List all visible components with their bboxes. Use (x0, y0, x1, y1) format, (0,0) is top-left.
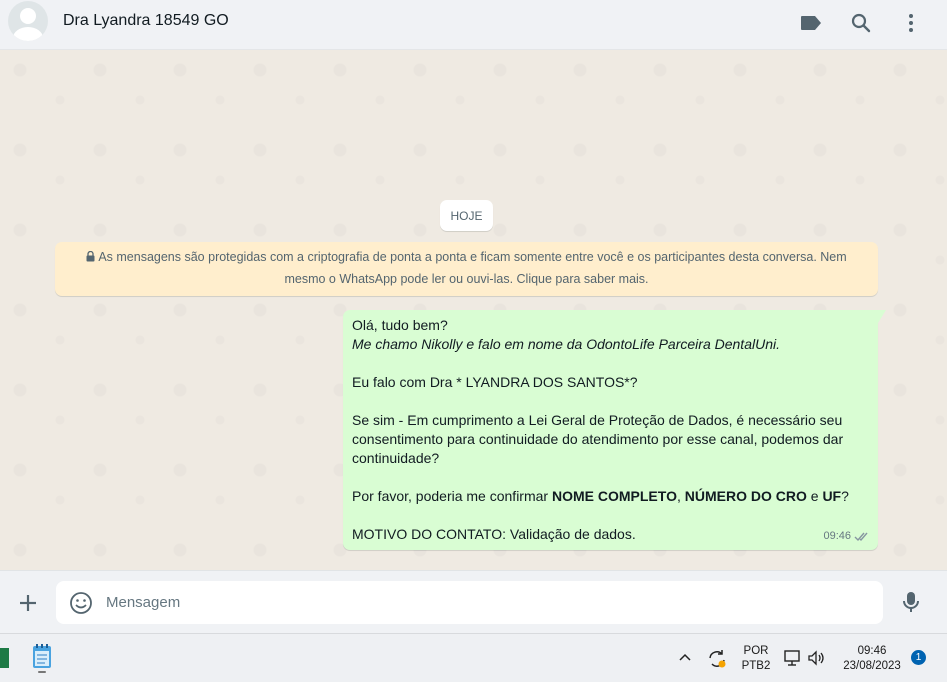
search-icon[interactable] (849, 11, 873, 35)
message-line: Eu falo com Dra * LYANDRA DOS SANTOS*? (352, 374, 638, 390)
encryption-notice[interactable]: As mensagens são protegidas com a cripto… (55, 242, 878, 296)
message-line: MOTIVO DO CONTATO: Validação de dados. (352, 526, 636, 542)
language-indicator[interactable]: POR PTB2 (738, 644, 774, 674)
outgoing-message[interactable]: Olá, tudo bem? Me chamo Nikolly e falo e… (343, 310, 886, 550)
message-input-wrapper (56, 581, 883, 624)
message-line: Por favor, poderia me confirmar NOME COM… (352, 488, 849, 504)
message-line: Se sim - Em cumprimento a Lei Geral de P… (352, 412, 844, 466)
plus-icon[interactable] (16, 591, 40, 615)
notepad-app-icon[interactable] (30, 642, 54, 674)
lock-icon (86, 248, 95, 269)
volume-icon[interactable] (806, 648, 826, 668)
message-composer (0, 570, 947, 633)
chevron-up-icon[interactable] (677, 650, 693, 666)
chat-area[interactable]: HOJE As mensagens são protegidas com a c… (0, 50, 947, 570)
message-line: Olá, tudo bem? (352, 317, 448, 333)
menu-icon[interactable] (899, 11, 923, 35)
double-check-icon (854, 532, 868, 542)
clock[interactable]: 09:46 23/08/2023 (836, 644, 908, 674)
label-icon[interactable] (799, 11, 823, 35)
message-time: 09:46 (823, 530, 851, 542)
encryption-text: As mensagens são protegidas com a cripto… (98, 250, 847, 286)
message-meta: 09:46 (823, 527, 870, 546)
emoji-icon[interactable] (69, 591, 93, 615)
sync-icon[interactable] (706, 648, 728, 670)
network-icon[interactable] (783, 648, 803, 668)
chat-header: Dra Lyandra 18549 GO (0, 0, 947, 50)
bold-text: NÚMERO DO CRO (684, 488, 807, 504)
message-input[interactable] (106, 581, 866, 624)
windows-taskbar: POR PTB2 09:46 23/08/2023 (0, 633, 947, 682)
clock-date: 23/08/2023 (843, 660, 901, 672)
message-line-italic: Me chamo Nikolly e falo em nome da Odont… (352, 336, 780, 352)
bold-text: UF (822, 488, 842, 504)
date-chip: HOJE (440, 200, 493, 231)
clock-time: 09:46 (857, 645, 887, 657)
contact-name[interactable]: Dra Lyandra 18549 GO (63, 12, 229, 30)
notification-badge[interactable]: 1 (911, 650, 926, 665)
microphone-icon[interactable] (899, 590, 923, 614)
contact-avatar[interactable] (8, 1, 48, 41)
excel-app-icon[interactable] (0, 642, 10, 674)
bold-text: NOME COMPLETO (551, 488, 677, 504)
